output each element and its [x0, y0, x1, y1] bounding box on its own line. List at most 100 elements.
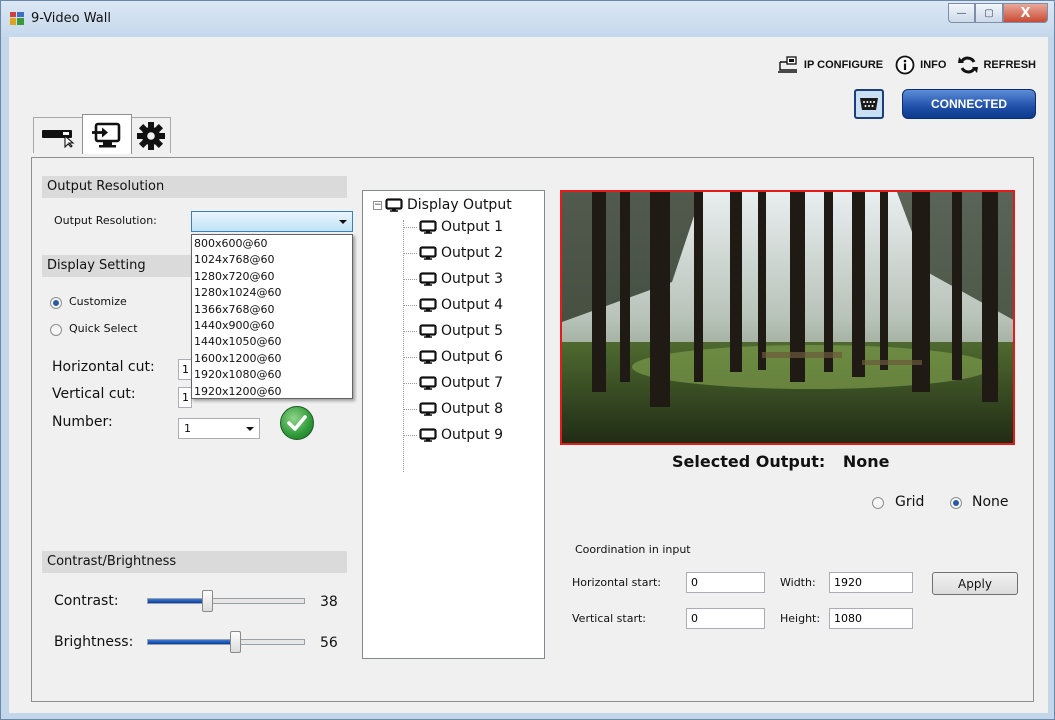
tree-item-label: Output 5	[441, 323, 503, 339]
tab-device[interactable]	[33, 117, 83, 153]
tab-panel: Output Resolution Output Resolution: 800…	[31, 157, 1034, 702]
tree-connector	[403, 382, 417, 384]
refresh-icon	[958, 56, 979, 74]
forest-preview-image	[562, 192, 1013, 443]
tree-item-output[interactable]: Output 7	[403, 375, 503, 391]
window-controls: — ▢ X	[948, 3, 1048, 23]
display-input-icon	[92, 122, 121, 147]
tree-connector	[403, 356, 417, 358]
selected-output-label: Selected Output:	[672, 452, 826, 471]
minimize-icon: —	[956, 7, 967, 19]
apply-button[interactable]: Apply	[932, 572, 1018, 595]
serial-port-button[interactable]	[854, 89, 884, 119]
info-link[interactable]: INFO	[895, 55, 946, 75]
preview-image	[560, 190, 1015, 445]
brightness-value: 56	[320, 635, 338, 651]
resolution-option[interactable]: 1440x1050@60	[192, 334, 352, 350]
output-resolution-section-title: Output Resolution	[42, 176, 347, 198]
tree-item-output[interactable]: Output 3	[403, 271, 503, 287]
top-links: IP CONFIGURE INFO REFRESH	[771, 55, 1036, 75]
tree-connector	[403, 304, 417, 306]
maximize-button[interactable]: ▢	[975, 3, 1003, 23]
vertical-start-field[interactable]: 0	[686, 608, 765, 629]
tree-item-output[interactable]: Output 6	[403, 349, 503, 365]
resolution-option[interactable]: 1600x1200@60	[192, 351, 352, 367]
collapse-icon[interactable]: −	[373, 200, 382, 210]
output-resolution-dropdown[interactable]	[191, 211, 353, 232]
tab-strip	[33, 113, 171, 154]
tab-display[interactable]	[82, 114, 132, 154]
none-radio[interactable]	[950, 497, 962, 509]
display-setting-section-title: Display Setting	[42, 255, 192, 277]
selected-output-display: Selected Output: None	[672, 452, 889, 471]
height-field[interactable]: 1080	[829, 608, 913, 629]
tree-connector	[403, 434, 417, 436]
horizontal-start-field[interactable]: 0	[686, 572, 765, 593]
close-button[interactable]: X	[1003, 3, 1048, 23]
brightness-label: Brightness:	[54, 634, 134, 650]
customize-radio[interactable]	[50, 297, 62, 309]
resolution-option[interactable]: 1024x768@60	[192, 252, 352, 268]
display-output-tree[interactable]: − Display Output Output 1 Output 2 Output …	[362, 190, 545, 659]
connection-status-button[interactable]: CONNECTED	[902, 89, 1036, 119]
tree-item-label: Output 2	[441, 245, 503, 261]
maximize-icon: ▢	[984, 7, 994, 19]
serial-port-icon	[860, 98, 878, 110]
tree-item-output[interactable]: Output 1	[403, 219, 503, 235]
selected-output-value: None	[842, 452, 890, 471]
ip-configure-link[interactable]: IP CONFIGURE	[777, 56, 883, 74]
tree-item-output[interactable]: Output 9	[403, 427, 503, 443]
width-field[interactable]: 1920	[829, 572, 913, 593]
resolution-option[interactable]: 800x600@60	[192, 236, 352, 252]
horizontal-cut-label: Horizontal cut:	[52, 359, 155, 375]
contrast-value: 38	[320, 594, 338, 610]
monitor-icon	[419, 350, 437, 364]
network-plug-icon	[777, 56, 797, 73]
tree-connector	[403, 278, 417, 280]
minimize-button[interactable]: —	[948, 3, 975, 23]
width-label: Width:	[780, 576, 816, 589]
monitor-icon	[419, 376, 437, 390]
refresh-link[interactable]: REFRESH	[958, 55, 1036, 75]
checkmark-icon	[287, 415, 307, 431]
contrast-slider[interactable]	[147, 590, 305, 612]
quick-select-label: Quick Select	[69, 322, 138, 335]
resolution-option[interactable]: 1920x1080@60	[192, 367, 352, 383]
number-dropdown[interactable]: 1	[178, 418, 260, 439]
number-selected: 1	[184, 422, 191, 435]
grid-radio[interactable]	[872, 497, 884, 509]
monitor-icon	[419, 324, 437, 338]
contrast-brightness-section-title: Contrast/Brightness	[42, 551, 347, 573]
app-icon	[10, 12, 24, 25]
tree-item-output[interactable]: Output 4	[403, 297, 503, 313]
brightness-slider-thumb[interactable]	[230, 631, 241, 653]
tree-item-output[interactable]: Output 5	[403, 323, 503, 339]
contrast-slider-thumb[interactable]	[202, 590, 213, 612]
confirm-button[interactable]	[280, 406, 314, 440]
resolution-option[interactable]: 1920x1200@60	[192, 384, 352, 400]
tree-connector	[403, 226, 417, 228]
resolution-option[interactable]: 1280x720@60	[192, 269, 352, 285]
brightness-slider-fill	[148, 640, 234, 644]
vertical-start-label: Vertical start:	[572, 612, 646, 625]
resolution-option[interactable]: 1440x900@60	[192, 318, 352, 334]
contrast-slider-fill	[148, 599, 206, 603]
output-resolution-options: 800x600@60 1024x768@60 1280x720@60 1280x…	[191, 234, 353, 399]
tree-root[interactable]: − Display Output	[373, 197, 512, 213]
tab-settings[interactable]	[131, 117, 171, 153]
tree-item-output[interactable]: Output 8	[403, 401, 503, 417]
chevron-down-icon	[339, 220, 347, 224]
quick-select-radio[interactable]	[50, 324, 62, 336]
monitor-icon	[419, 246, 437, 260]
resolution-option[interactable]: 1280x1024@60	[192, 285, 352, 301]
title-bar[interactable]: 9-Video Wall — ▢ X	[1, 1, 1054, 37]
tree-item-label: Output 6	[441, 349, 503, 365]
resolution-option[interactable]: 1366x768@60	[192, 302, 352, 318]
tree-item-output[interactable]: Output 2	[403, 245, 503, 261]
brightness-slider[interactable]	[147, 631, 305, 653]
horizontal-cut-field[interactable]: 1	[178, 359, 192, 380]
monitor-icon	[419, 272, 437, 286]
refresh-label: REFRESH	[983, 59, 1036, 71]
none-label: None	[972, 494, 1009, 510]
vertical-cut-field[interactable]: 1	[178, 387, 192, 408]
